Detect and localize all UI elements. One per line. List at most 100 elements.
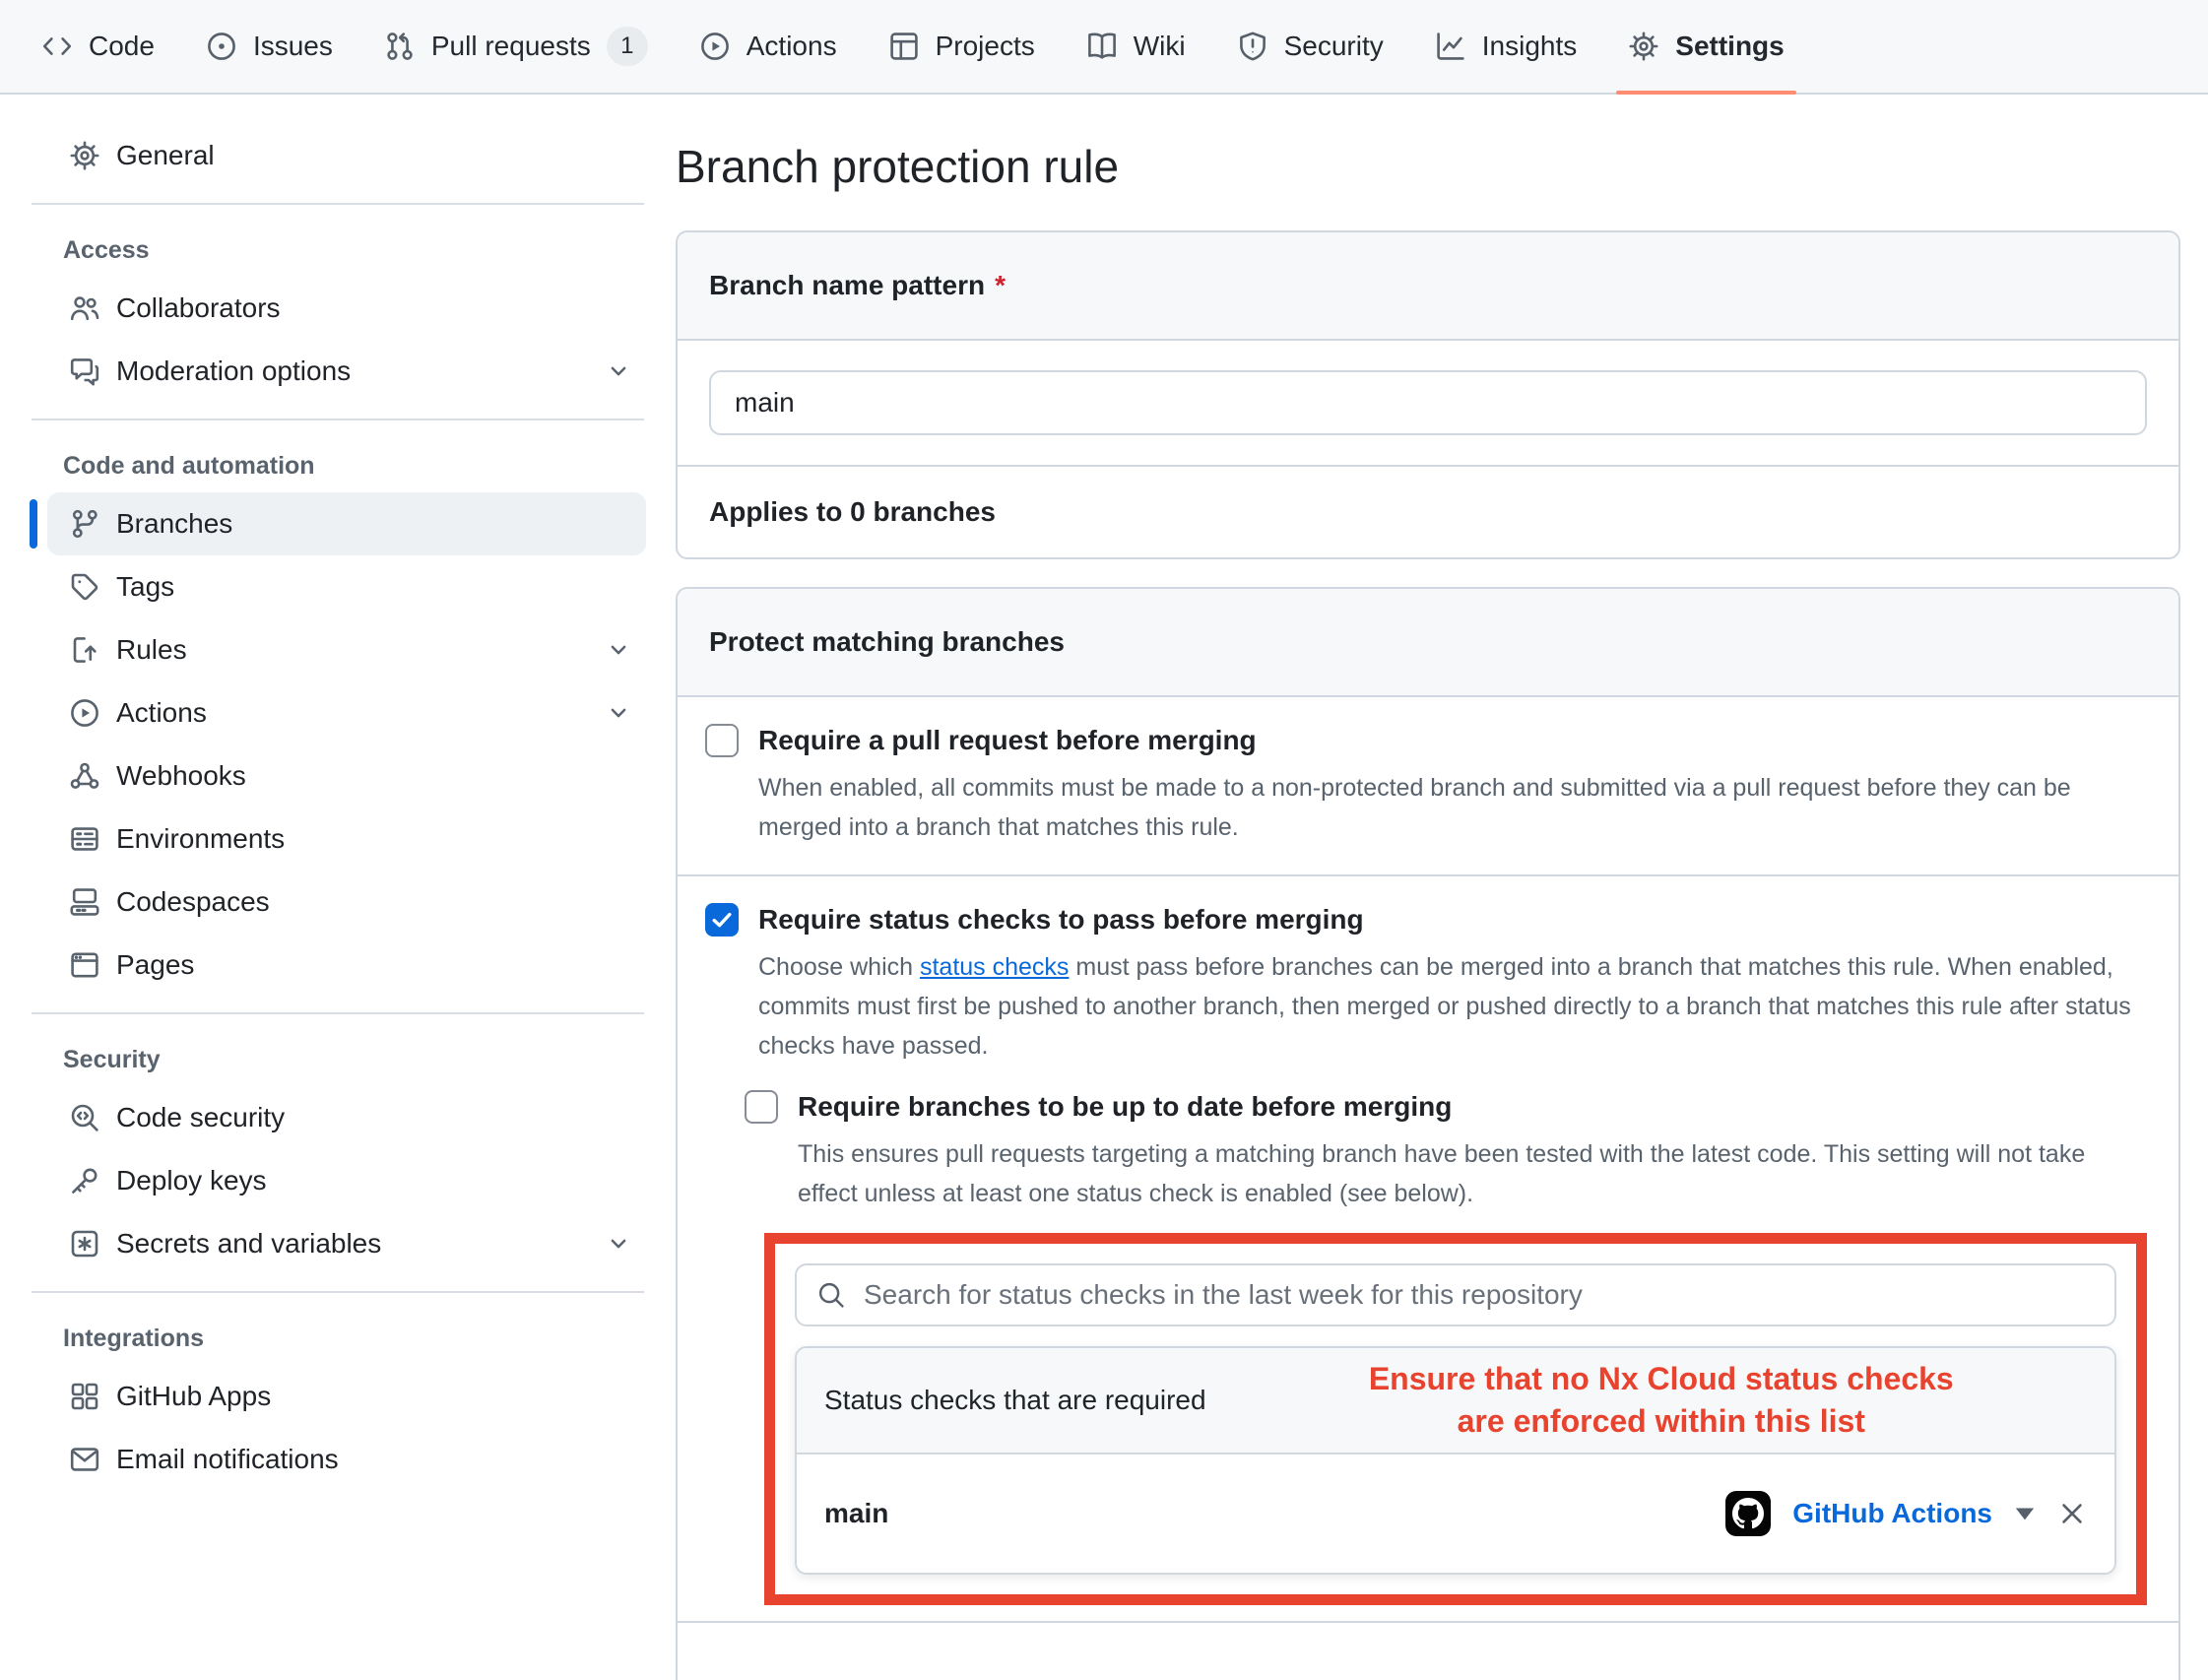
applies-to-branches-text: Applies to 0 branches bbox=[678, 465, 2178, 557]
git-branch-icon bbox=[69, 508, 100, 540]
sidebar-item-label: GitHub Apps bbox=[116, 1381, 271, 1412]
git-pull-request-icon bbox=[384, 31, 416, 62]
sidebar-item-code-security[interactable]: Code security bbox=[47, 1086, 646, 1149]
tag-icon bbox=[69, 571, 100, 603]
require-status-checks-row: Require status checks to pass before mer… bbox=[678, 874, 2178, 1605]
protect-matching-branches-header: Protect matching branches bbox=[678, 589, 2178, 697]
remove-status-check-icon[interactable] bbox=[2057, 1499, 2087, 1528]
divider bbox=[32, 203, 644, 205]
tab-security[interactable]: Security bbox=[1211, 0, 1409, 93]
codespaces-icon bbox=[69, 886, 100, 918]
pull-requests-count-badge: 1 bbox=[607, 27, 648, 66]
sidebar-item-secrets-and-variables[interactable]: Secrets and variables bbox=[47, 1212, 646, 1275]
status-checks-sub-block: Require branches to be up to date before… bbox=[745, 1089, 2147, 1605]
sidebar-item-collaborators[interactable]: Collaborators bbox=[47, 277, 646, 340]
caret-down-icon[interactable] bbox=[2014, 1506, 2036, 1521]
required-mark: * bbox=[995, 270, 1006, 300]
sidebar-item-webhooks[interactable]: Webhooks bbox=[47, 744, 646, 808]
required-status-checks-label: Status checks that are required bbox=[824, 1385, 1206, 1416]
require-status-checks-label[interactable]: Require status checks to pass before mer… bbox=[758, 902, 1364, 937]
tab-label: Issues bbox=[253, 31, 333, 62]
tab-pull-requests[interactable]: Pull requests 1 bbox=[358, 0, 674, 93]
issue-opened-icon bbox=[206, 31, 237, 62]
require-up-to-date-checkbox[interactable] bbox=[745, 1090, 778, 1124]
sidebar-item-pages[interactable]: Pages bbox=[47, 934, 646, 997]
annotation-box: Status checks that are required Ensure t… bbox=[764, 1233, 2147, 1605]
sidebar-section-header: Integrations bbox=[30, 1309, 646, 1365]
sidebar-item-label: Collaborators bbox=[116, 292, 281, 324]
sidebar-item-label: Email notifications bbox=[116, 1444, 339, 1475]
branch-name-pattern-panel: Branch name pattern * Applies to 0 branch… bbox=[676, 230, 2180, 559]
status-checks-link[interactable]: status checks bbox=[920, 953, 1069, 981]
sidebar-item-label: Actions bbox=[116, 697, 207, 729]
required-status-checks-header: Status checks that are required Ensure t… bbox=[797, 1348, 2114, 1454]
branch-name-pattern-input[interactable] bbox=[709, 370, 2147, 435]
gear-icon bbox=[1628, 31, 1659, 62]
tab-code[interactable]: Code bbox=[16, 0, 180, 93]
require-pull-request-label[interactable]: Require a pull request before merging bbox=[758, 723, 1257, 758]
sidebar-item-branches[interactable]: Branches bbox=[47, 492, 646, 555]
description-text: Choose which bbox=[758, 953, 920, 981]
sidebar-item-label: Codespaces bbox=[116, 886, 270, 918]
apps-grid-icon bbox=[69, 1381, 100, 1412]
protect-matching-branches-panel: Protect matching branches Require a pull… bbox=[676, 587, 2180, 1680]
tab-label: Code bbox=[89, 31, 155, 62]
sidebar-item-codespaces[interactable]: Codespaces bbox=[47, 871, 646, 934]
tab-label: Pull requests bbox=[431, 31, 591, 62]
tab-label: Insights bbox=[1482, 31, 1578, 62]
sidebar-item-label: Code security bbox=[116, 1102, 285, 1133]
page-title: Branch protection rule bbox=[676, 140, 2180, 193]
divider bbox=[32, 1291, 644, 1293]
sidebar-item-actions[interactable]: Actions bbox=[47, 681, 646, 744]
sidebar-item-label: Rules bbox=[116, 634, 187, 666]
require-up-to-date-label[interactable]: Require branches to be up to date before… bbox=[798, 1089, 1452, 1125]
status-checks-search-input[interactable] bbox=[862, 1278, 2095, 1312]
sidebar-item-label: Environments bbox=[116, 823, 285, 855]
settings-sidebar: General Access Collaborators Moderation … bbox=[0, 95, 676, 1617]
sidebar-item-tags[interactable]: Tags bbox=[47, 555, 646, 618]
require-status-checks-checkbox[interactable] bbox=[705, 903, 739, 937]
sidebar-item-moderation-options[interactable]: Moderation options bbox=[47, 340, 646, 403]
sidebar-item-rules[interactable]: Rules bbox=[47, 618, 646, 681]
sidebar-item-email-notifications[interactable]: Email notifications bbox=[47, 1428, 646, 1491]
branch-name-pattern-label: Branch name pattern bbox=[709, 270, 985, 300]
status-check-app-link[interactable]: GitHub Actions bbox=[1792, 1498, 1992, 1529]
annotation-text: Ensure that no Nx Cloud status checks ar… bbox=[1236, 1358, 2087, 1443]
require-status-checks-description: Choose which status checks must pass bef… bbox=[758, 947, 2137, 1066]
webhook-icon bbox=[69, 760, 100, 792]
sidebar-section-header: Access bbox=[30, 221, 646, 277]
chevron-down-icon bbox=[605, 357, 632, 385]
require-pull-request-row: Require a pull request before merging Wh… bbox=[678, 697, 2178, 874]
sidebar-item-label: Branches bbox=[116, 508, 232, 540]
tab-label: Actions bbox=[747, 31, 837, 62]
sidebar-item-environments[interactable]: Environments bbox=[47, 808, 646, 871]
mail-icon bbox=[69, 1444, 100, 1475]
server-icon bbox=[69, 823, 100, 855]
tab-projects[interactable]: Projects bbox=[863, 0, 1061, 93]
sidebar-item-general[interactable]: General bbox=[47, 124, 646, 187]
sidebar-item-github-apps[interactable]: GitHub Apps bbox=[47, 1365, 646, 1428]
branch-name-pattern-section bbox=[678, 341, 2178, 465]
tab-wiki[interactable]: Wiki bbox=[1061, 0, 1211, 93]
divider bbox=[32, 419, 644, 420]
status-check-row: main GitHub Actions bbox=[797, 1454, 2114, 1573]
github-mark-icon bbox=[1725, 1491, 1771, 1536]
require-pull-request-checkbox[interactable] bbox=[705, 724, 739, 757]
table-icon bbox=[888, 31, 920, 62]
key-icon bbox=[69, 1165, 100, 1196]
tab-insights[interactable]: Insights bbox=[1409, 0, 1603, 93]
required-status-checks-panel: Status checks that are required Ensure t… bbox=[795, 1346, 2116, 1575]
status-check-name: main bbox=[824, 1498, 888, 1529]
settings-main: Branch protection rule Branch name patte… bbox=[676, 95, 2208, 1617]
annotation-line-2: are enforced within this list bbox=[1236, 1400, 2087, 1443]
tab-issues[interactable]: Issues bbox=[180, 0, 358, 93]
sidebar-item-deploy-keys[interactable]: Deploy keys bbox=[47, 1149, 646, 1212]
sidebar-item-label: Pages bbox=[116, 949, 194, 981]
tab-settings[interactable]: Settings bbox=[1602, 0, 1809, 93]
sidebar-item-label: Deploy keys bbox=[116, 1165, 267, 1196]
code-scan-icon bbox=[69, 1102, 100, 1133]
play-icon bbox=[69, 697, 100, 729]
tab-actions[interactable]: Actions bbox=[674, 0, 863, 93]
sidebar-section-header: Security bbox=[30, 1030, 646, 1086]
sidebar-item-label: Secrets and variables bbox=[116, 1228, 381, 1260]
